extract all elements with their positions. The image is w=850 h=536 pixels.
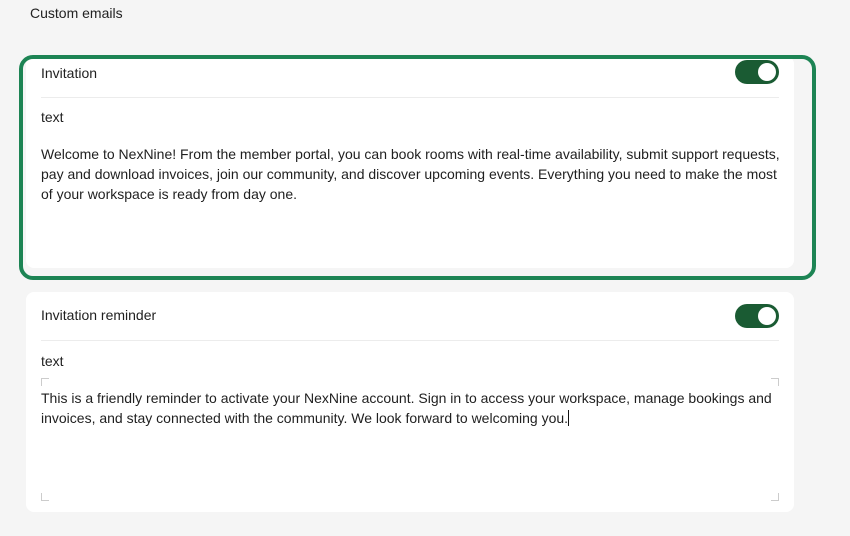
email-card-invitation: Invitation text Welcome to NexNine! From… xyxy=(26,56,794,268)
section-title: Custom emails xyxy=(30,5,123,21)
email-body-text: This is a friendly reminder to activate … xyxy=(41,390,772,426)
resize-corner-icon xyxy=(41,378,49,386)
toggle-knob xyxy=(758,63,776,81)
resize-corner-icon xyxy=(41,493,49,501)
email-body-textarea[interactable]: Welcome to NexNine! From the member port… xyxy=(41,144,781,204)
resize-handle-icon[interactable] xyxy=(771,493,779,501)
enable-toggle[interactable] xyxy=(735,304,779,328)
email-body-textarea[interactable]: This is a friendly reminder to activate … xyxy=(41,388,781,428)
card-header: Invitation xyxy=(41,56,779,98)
field-label: text xyxy=(41,109,64,125)
toggle-knob xyxy=(758,307,776,325)
email-card-invitation-reminder: Invitation reminder text This is a frien… xyxy=(26,292,794,512)
card-title: Invitation xyxy=(41,65,98,81)
resize-corner-icon xyxy=(771,378,779,386)
field-label: text xyxy=(41,353,64,369)
card-header: Invitation reminder xyxy=(41,292,779,341)
text-cursor xyxy=(568,410,570,426)
card-title: Invitation reminder xyxy=(41,307,157,323)
enable-toggle[interactable] xyxy=(735,60,779,84)
